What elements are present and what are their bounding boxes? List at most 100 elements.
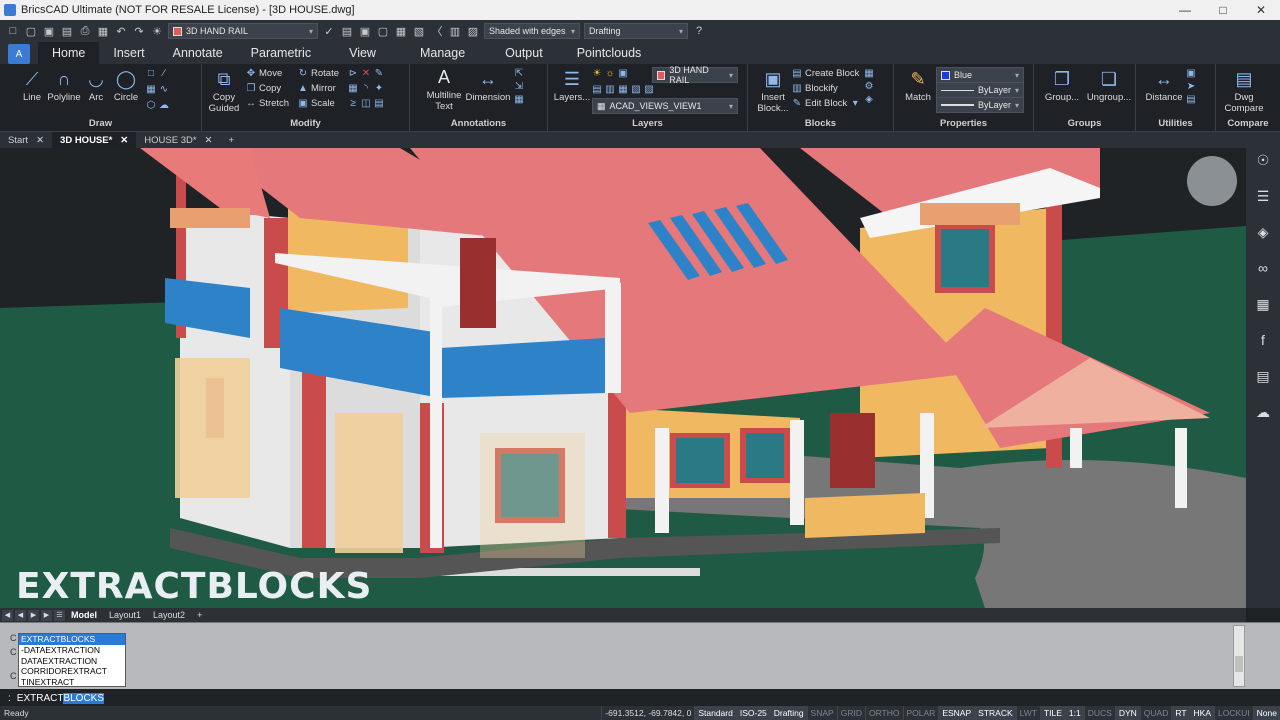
status-toggle-strack[interactable]: STRACK	[974, 706, 1016, 720]
named-view-dropdown[interactable]: ▦ ACAD_VIEWS_VIEW1 ▾	[592, 98, 738, 114]
status-toggle-quad[interactable]: QUAD	[1139, 706, 1172, 720]
new-file-icon[interactable]: □	[6, 24, 20, 38]
tab-output[interactable]: Output	[485, 42, 563, 64]
add-layout-icon[interactable]: +	[191, 610, 208, 620]
copy-guided-button[interactable]: ⧉ Copy Guided	[204, 68, 244, 114]
layout-list-icon[interactable]: ☰	[54, 609, 65, 621]
command-scrollbar[interactable]	[1233, 625, 1245, 687]
attachments-icon[interactable]: ∞	[1254, 260, 1272, 278]
edit-block-button[interactable]: ✎ Edit Block ▾	[792, 98, 860, 109]
lightbulb-icon[interactable]: ☉	[1254, 152, 1272, 170]
autocomplete-item[interactable]: TINEXTRACT	[19, 677, 125, 688]
layer-tools-row[interactable]: ▤ ▥ ▦ ▧ ▨	[592, 84, 654, 95]
tab-pointclouds[interactable]: Pointclouds	[563, 42, 656, 64]
model-viewport[interactable]: EXTRACTBLOCKS	[0, 148, 1246, 608]
tab-parametric[interactable]: Parametric	[237, 42, 325, 64]
autocomplete-item[interactable]: -DATAEXTRACTION	[19, 645, 125, 656]
distance-button[interactable]: ↔ Distance	[1142, 68, 1186, 103]
modify-tools-row-2[interactable]: ▦ ◝ ✦	[348, 83, 384, 94]
print-icon[interactable]: ⎙	[78, 24, 92, 38]
status-toggle-polar[interactable]: POLAR	[902, 706, 939, 720]
match-layer-icon[interactable]: ✓	[322, 24, 336, 38]
erase-icon[interactable]: 〈	[430, 24, 444, 38]
linetype-dropdown[interactable]: ByLayer ▾	[936, 82, 1024, 98]
layer-previous-icon[interactable]: ▤	[340, 24, 354, 38]
tab-layout2[interactable]: Layout2	[147, 610, 191, 620]
stretch-button[interactable]: ↔ Stretch	[246, 98, 289, 109]
tab-manage[interactable]: Manage	[400, 42, 485, 64]
prev-layout-icon[interactable]: ◀	[15, 609, 26, 621]
status-toggle-lwt[interactable]: LWT	[1015, 706, 1040, 720]
properties-icon[interactable]: ▧	[412, 24, 426, 38]
insert-block-button[interactable]: ▣ Insert Block...	[754, 68, 792, 114]
modify-tools-row-3[interactable]: ≥ ◫ ▤	[348, 98, 384, 109]
ungroup-button[interactable]: ❏ Ungroup...	[1084, 68, 1134, 103]
close-icon[interactable]: ✕	[36, 135, 44, 146]
tab-model[interactable]: Model	[65, 610, 103, 620]
navigation-wheel[interactable]	[1187, 156, 1237, 206]
minimize-button[interactable]: —	[1166, 0, 1204, 20]
parameters-icon[interactable]: f	[1254, 332, 1272, 350]
last-layout-icon[interactable]: ▶	[41, 609, 52, 621]
layer-dropdown[interactable]: 3D HAND RAIL ▾	[168, 23, 318, 39]
status-toggle-snap[interactable]: SNAP	[806, 706, 837, 720]
status-toggle-dyn[interactable]: DYN	[1114, 706, 1140, 720]
text-style-status[interactable]: Standard	[694, 706, 736, 720]
polyline-button[interactable]: ∩ Polyline	[46, 68, 82, 103]
layer-bulb-icon[interactable]: ☀	[150, 24, 164, 38]
scrollbar-thumb[interactable]	[1235, 656, 1243, 672]
doc-tab-3d-house[interactable]: 3D HOUSE* ✕	[52, 132, 137, 148]
visual-style-dropdown[interactable]: Shaded with edges ▾	[484, 23, 580, 39]
doc-tab-start[interactable]: Start ✕	[0, 132, 52, 148]
group-button[interactable]: ❐ Group...	[1040, 68, 1084, 103]
tab-annotate[interactable]: Annotate	[159, 42, 237, 64]
command-input[interactable]: : EXTRACTBLOCKS	[0, 689, 1280, 707]
status-toggle-1-1[interactable]: 1:1	[1064, 706, 1084, 720]
tab-home[interactable]: Home	[38, 42, 100, 64]
blockify-button[interactable]: ▥ Blockify	[792, 83, 837, 94]
status-toggle-grid[interactable]: GRID	[836, 706, 865, 720]
rectangle-tool[interactable]: □ ∕	[146, 68, 169, 79]
library-icon[interactable]: ▦	[1254, 296, 1272, 314]
sheets-icon[interactable]: ▥	[448, 24, 462, 38]
arc-button[interactable]: ◡ Arc	[82, 68, 110, 103]
create-block-button[interactable]: ▤ Create Block	[792, 68, 859, 79]
status-toggle-ducs[interactable]: DUCS	[1083, 706, 1115, 720]
scale-button[interactable]: ▣ Scale	[298, 98, 335, 109]
layers-button[interactable]: ☰ Layers...	[552, 68, 592, 103]
copy-button[interactable]: ❐ Copy	[246, 83, 282, 94]
autocomplete-item[interactable]: EXTRACTBLOCKS	[19, 634, 125, 645]
save-as-icon[interactable]: ▤	[60, 24, 74, 38]
annotation-small-tools[interactable]: ⇱ ⇲ ▦	[514, 68, 524, 105]
first-layout-icon[interactable]: ◀	[2, 609, 13, 621]
modify-tools-row-1[interactable]: ⊳ ✕ ✎	[348, 68, 384, 79]
visual-style-icon[interactable]: ▨	[466, 24, 480, 38]
undo-icon[interactable]: ↶	[114, 24, 128, 38]
maximize-button[interactable]: □	[1204, 0, 1242, 20]
layer-off-icon[interactable]: ▢	[376, 24, 390, 38]
status-toggle-rt[interactable]: RT	[1171, 706, 1190, 720]
plot-icon[interactable]: ▦	[96, 24, 110, 38]
app-menu-icon[interactable]: A	[8, 44, 30, 64]
rotate-button[interactable]: ↻ Rotate	[298, 68, 339, 79]
help-icon[interactable]: ?	[692, 24, 706, 38]
layer-state-icons[interactable]: ☀ ☼ ▣	[592, 68, 628, 79]
close-button[interactable]: ✕	[1242, 0, 1280, 20]
status-toggle-tile[interactable]: TILE	[1039, 706, 1065, 720]
multiline-text-button[interactable]: A Multiline Text	[424, 66, 464, 112]
open-file-icon[interactable]: ▢	[24, 24, 38, 38]
next-layout-icon[interactable]: ▶	[28, 609, 39, 621]
move-button[interactable]: ✥ Move	[246, 68, 282, 79]
mirror-button[interactable]: ▲ Mirror	[298, 83, 336, 94]
cloud-upload-icon[interactable]: ☁	[1254, 404, 1272, 422]
lineweight-dropdown[interactable]: ByLayer ▾	[936, 97, 1024, 113]
dwg-compare-button[interactable]: ▤ Dwg Compare	[1222, 68, 1266, 114]
close-icon[interactable]: ✕	[205, 135, 213, 146]
structure-icon[interactable]: ▤	[1254, 368, 1272, 386]
status-toggle-ortho[interactable]: ORTHO	[864, 706, 903, 720]
properties-icon[interactable]: ☰	[1254, 188, 1272, 206]
match-properties-button[interactable]: ✎ Match	[900, 68, 936, 103]
tab-view[interactable]: View	[325, 42, 400, 64]
layer-freeze-icon[interactable]: ▦	[394, 24, 408, 38]
tab-insert[interactable]: Insert	[99, 42, 158, 64]
